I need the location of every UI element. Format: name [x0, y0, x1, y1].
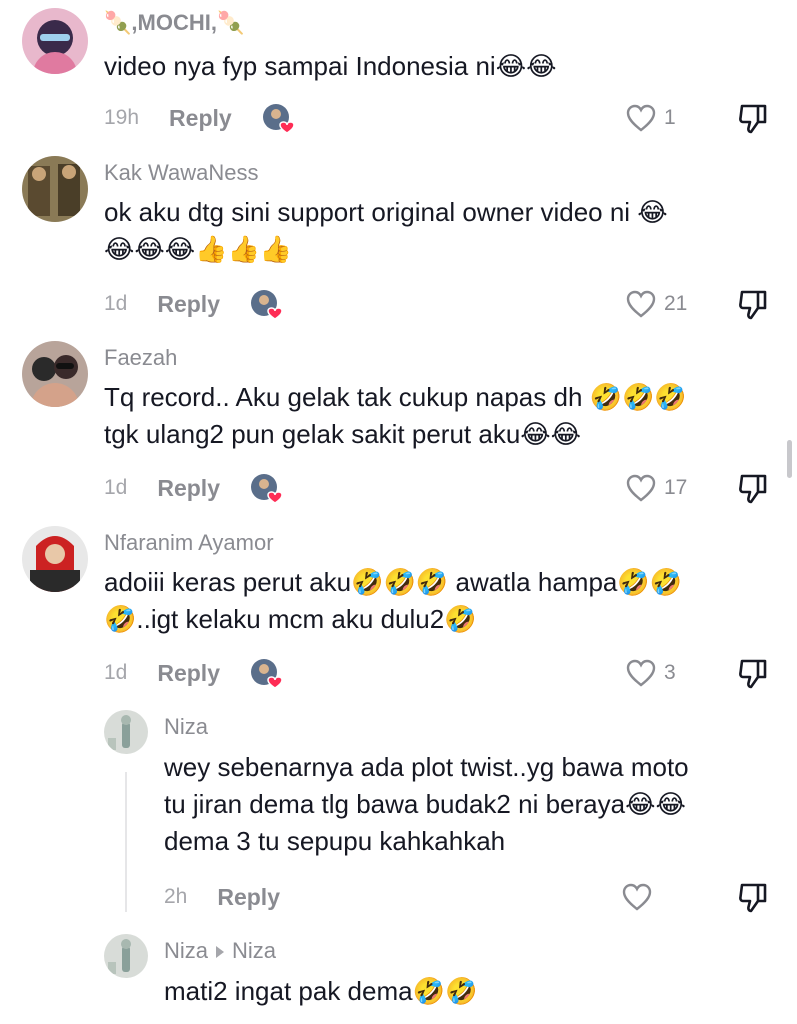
avatar[interactable] — [104, 934, 148, 978]
creator-liked-badge — [250, 658, 283, 689]
reply-text: wey sebenarnya ada plot twist..yg bawa m… — [164, 752, 689, 856]
reply-button[interactable]: Reply — [157, 660, 220, 687]
thumbs-down-icon — [739, 104, 767, 134]
creator-liked-badge — [262, 103, 295, 134]
avatar[interactable] — [22, 8, 88, 74]
comment-text: video nya fyp sampai Indonesia ni😂😂 — [104, 51, 557, 81]
thumbs-down-icon — [739, 290, 767, 320]
comment-meta: 19h Reply — [104, 98, 295, 138]
thumbs-down-icon — [739, 659, 767, 689]
dislike-button[interactable] — [736, 102, 770, 136]
creator-liked-badge — [250, 473, 283, 504]
heart-outline-icon — [626, 659, 656, 687]
heart-outline-icon — [626, 104, 656, 132]
heart-outline-icon — [626, 474, 656, 502]
reply-button[interactable]: Reply — [157, 475, 220, 502]
comment-time: 1d — [104, 292, 128, 315]
comment-time: 1d — [104, 476, 128, 499]
comment-time: 1d — [104, 661, 128, 684]
like-count: 17 — [664, 476, 688, 499]
reply-username[interactable]: Niza — [164, 714, 208, 740]
reply-username-row: Niza Niza — [164, 938, 276, 964]
scrollbar[interactable] — [787, 440, 792, 478]
heart-outline-icon — [626, 290, 656, 318]
like-button[interactable]: 17 — [626, 468, 687, 508]
comment-text: adoiii keras perut aku🤣🤣🤣 awatla hampa🤣🤣… — [104, 567, 683, 634]
comment-username[interactable]: Kak WawaNess — [104, 160, 258, 186]
like-count: 3 — [664, 661, 676, 684]
like-button[interactable]: 3 — [626, 653, 676, 693]
comment-text: Tq record.. Aku gelak tak cukup napas dh… — [104, 382, 687, 449]
like-button[interactable]: 1 — [626, 98, 676, 138]
creator-liked-badge — [250, 289, 283, 320]
dislike-button[interactable] — [736, 881, 770, 915]
comment-text: ok aku dtg sini support original owner v… — [104, 197, 668, 264]
comment-meta: 1d Reply — [104, 284, 283, 324]
reply-meta: 2h Reply — [164, 877, 280, 917]
reply-button[interactable]: Reply — [157, 291, 220, 318]
avatar[interactable] — [22, 156, 88, 222]
reply-username[interactable]: Niza — [164, 938, 208, 963]
reply-button[interactable]: Reply — [217, 884, 280, 911]
like-count: 21 — [664, 292, 688, 315]
like-button[interactable]: 21 — [626, 284, 687, 324]
reply-text: mati2 ingat pak dema🤣🤣 — [164, 976, 478, 1006]
thread-line — [125, 772, 127, 912]
comment-username[interactable]: Nfaranim Ayamor — [104, 530, 274, 556]
thumbs-down-icon — [739, 474, 767, 504]
avatar[interactable] — [22, 526, 88, 592]
avatar[interactable] — [22, 341, 88, 407]
comment-time: 19h — [104, 106, 140, 129]
reply-to-username[interactable]: Niza — [232, 938, 276, 963]
dislike-button[interactable] — [736, 472, 770, 506]
dislike-button[interactable] — [736, 657, 770, 691]
reply-time: 2h — [164, 885, 188, 908]
thumbs-down-icon — [739, 883, 767, 913]
heart-outline-icon — [622, 883, 652, 911]
dislike-button[interactable] — [736, 288, 770, 322]
comment-meta: 1d Reply — [104, 653, 283, 693]
avatar[interactable] — [104, 710, 148, 754]
comment-meta: 1d Reply — [104, 468, 283, 508]
comment-username[interactable]: 🍡,MOCHI,🍡 — [104, 10, 244, 36]
reply-to-arrow-icon — [216, 946, 225, 959]
comment-username[interactable]: Faezah — [104, 345, 177, 371]
like-button[interactable] — [622, 877, 652, 917]
like-count: 1 — [664, 106, 676, 129]
reply-button[interactable]: Reply — [169, 105, 232, 132]
